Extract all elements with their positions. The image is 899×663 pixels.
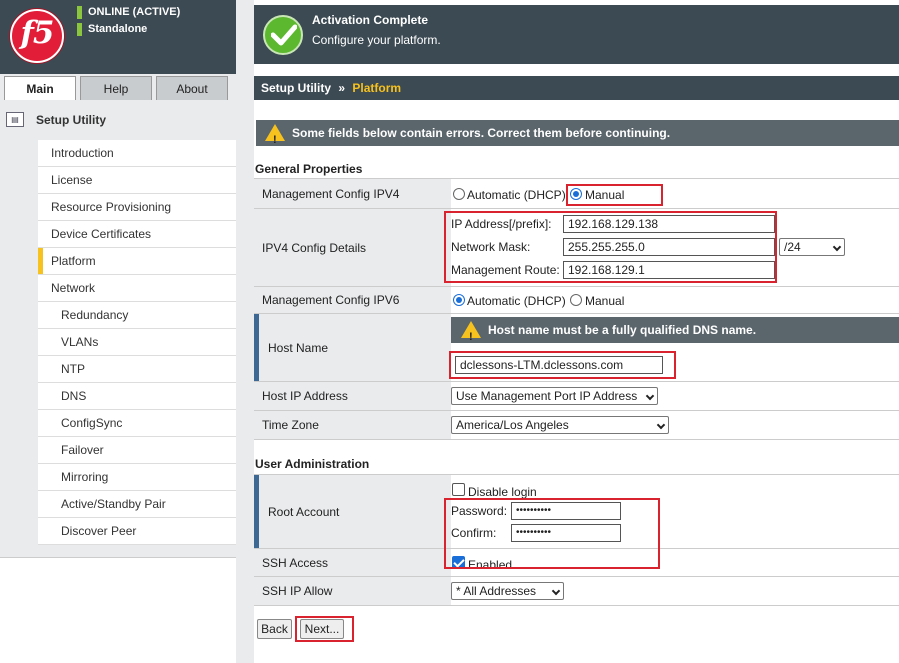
section-general-properties: General Properties: [255, 162, 363, 176]
row-host-name: Host Name Host name must be a fully qual…: [254, 314, 899, 382]
label-mgmt-ipv4: Management Config IPV4: [254, 179, 451, 208]
highlight-box: [444, 211, 777, 283]
f5-logo: f5: [10, 9, 64, 63]
tab-about[interactable]: About: [156, 76, 228, 100]
sidebar-item-introduction[interactable]: Introduction: [38, 140, 236, 167]
breadcrumb-current: Platform: [352, 81, 402, 95]
checkmark-icon: [263, 15, 303, 55]
chevron-down-icon: [645, 391, 655, 401]
label-ipv4-details: IPV4 Config Details: [254, 209, 451, 286]
sidebar-item-discover-peer[interactable]: Discover Peer: [38, 518, 236, 545]
status-standalone: Standalone: [88, 23, 148, 35]
sidebar-list: Introduction License Resource Provisioni…: [38, 140, 236, 545]
warning-icon: [461, 321, 481, 350]
host-ip-value: Use Management Port IP Address: [456, 389, 638, 403]
time-zone-select[interactable]: America/Los Angeles: [451, 416, 669, 434]
host-name-warning: Host name must be a fully qualified DNS …: [451, 317, 899, 350]
setup-utility-icon: ▤: [6, 112, 24, 127]
sidebar-item-ntp[interactable]: NTP: [38, 356, 236, 383]
breadcrumb: Setup Utility » Platform: [254, 76, 899, 100]
activation-subtitle: Configure your platform.: [312, 33, 441, 47]
radio-ipv4-automatic-label: Automatic (DHCP): [467, 188, 566, 202]
sidebar-item-vlans[interactable]: VLANs: [38, 329, 236, 356]
error-banner: Some fields below contain errors. Correc…: [256, 120, 899, 153]
tab-main[interactable]: Main: [4, 76, 76, 100]
breadcrumb-separator: »: [338, 81, 346, 95]
sidebar-item-mirroring[interactable]: Mirroring: [38, 464, 236, 491]
error-message: Some fields below contain errors. Correc…: [292, 126, 671, 140]
row-time-zone: Time Zone America/Los Angeles: [254, 411, 899, 440]
prefix-select[interactable]: /24: [779, 238, 845, 256]
radio-ipv4-automatic[interactable]: [453, 188, 465, 200]
tab-help[interactable]: Help: [80, 76, 152, 100]
highlight-box: [295, 616, 354, 642]
label-host-ip: Host IP Address: [254, 382, 451, 410]
highlight-box: [566, 184, 663, 206]
chevron-down-icon: [656, 420, 666, 430]
activation-banner: Activation Complete Configure your platf…: [254, 5, 899, 64]
highlight-box: [449, 351, 676, 379]
row-ipv4-details: IPV4 Config Details IP Address[/prefix]:…: [254, 209, 899, 287]
sidebar-item-failover[interactable]: Failover: [38, 437, 236, 464]
chevron-down-icon: [832, 242, 842, 252]
label-mgmt-ipv6: Management Config IPV6: [254, 287, 451, 313]
ssh-ip-allow-select[interactable]: * All Addresses: [451, 582, 564, 600]
sidebar-item-resource-provisioning[interactable]: Resource Provisioning: [38, 194, 236, 221]
warning-icon: [265, 124, 285, 153]
row-host-ip: Host IP Address Use Management Port IP A…: [254, 382, 899, 411]
sidebar-item-device-certificates[interactable]: Device Certificates: [38, 221, 236, 248]
back-button[interactable]: Back: [257, 619, 292, 639]
breadcrumb-parent[interactable]: Setup Utility: [261, 81, 331, 95]
sidebar-item-dns[interactable]: DNS: [38, 383, 236, 410]
header-left: f5 ONLINE (ACTIVE) Standalone: [0, 0, 236, 74]
radio-ipv6-manual[interactable]: [570, 294, 582, 306]
label-ssh-access: SSH Access: [254, 549, 451, 576]
sidebar-item-platform[interactable]: Platform: [38, 248, 236, 275]
top-tabs: Main Help About: [0, 74, 236, 100]
disable-login-checkbox[interactable]: [452, 483, 465, 496]
disable-login-label: Disable login: [468, 485, 537, 499]
row-ssh-ip-allow: SSH IP Allow * All Addresses: [254, 577, 899, 606]
sidebar-item-redundancy[interactable]: Redundancy: [38, 302, 236, 329]
label-time-zone: Time Zone: [254, 411, 451, 439]
row-mgmt-ipv6: Management Config IPV6 Automatic (DHCP) …: [254, 287, 899, 314]
sidebar-item-network[interactable]: Network: [38, 275, 236, 302]
ssh-ip-allow-value: * All Addresses: [456, 584, 537, 598]
status-indicator: [77, 6, 82, 19]
time-zone-value: America/Los Angeles: [456, 418, 569, 432]
chevron-down-icon: [551, 586, 561, 596]
sidebar-section-title: Setup Utility: [36, 113, 107, 127]
label-host-name: Host Name: [254, 314, 451, 381]
host-name-warning-text: Host name must be a fully qualified DNS …: [488, 323, 757, 337]
radio-ipv6-automatic-label: Automatic (DHCP): [467, 294, 566, 308]
sidebar-item-active-standby-pair[interactable]: Active/Standby Pair: [38, 491, 236, 518]
main-content: Setup Utility » Platform Some fields bel…: [254, 74, 899, 663]
radio-ipv6-manual-label: Manual: [585, 294, 625, 308]
prefix-value: /24: [784, 240, 801, 254]
sidebar: ▤ Setup Utility Introduction License Res…: [0, 100, 236, 557]
radio-ipv6-automatic[interactable]: [453, 294, 465, 306]
label-ssh-ip-allow: SSH IP Allow: [254, 577, 451, 605]
section-user-administration: User Administration: [255, 457, 370, 471]
label-root-account: Root Account: [254, 475, 451, 548]
status-online: ONLINE (ACTIVE): [88, 6, 181, 18]
activation-title: Activation Complete: [312, 13, 429, 27]
sidebar-item-configsync[interactable]: ConfigSync: [38, 410, 236, 437]
row-mgmt-ipv4: Management Config IPV4 Automatic (DHCP) …: [254, 178, 899, 209]
status-indicator: [77, 23, 82, 36]
host-ip-select[interactable]: Use Management Port IP Address: [451, 387, 658, 405]
sidebar-item-license[interactable]: License: [38, 167, 236, 194]
highlight-box: [444, 498, 660, 569]
